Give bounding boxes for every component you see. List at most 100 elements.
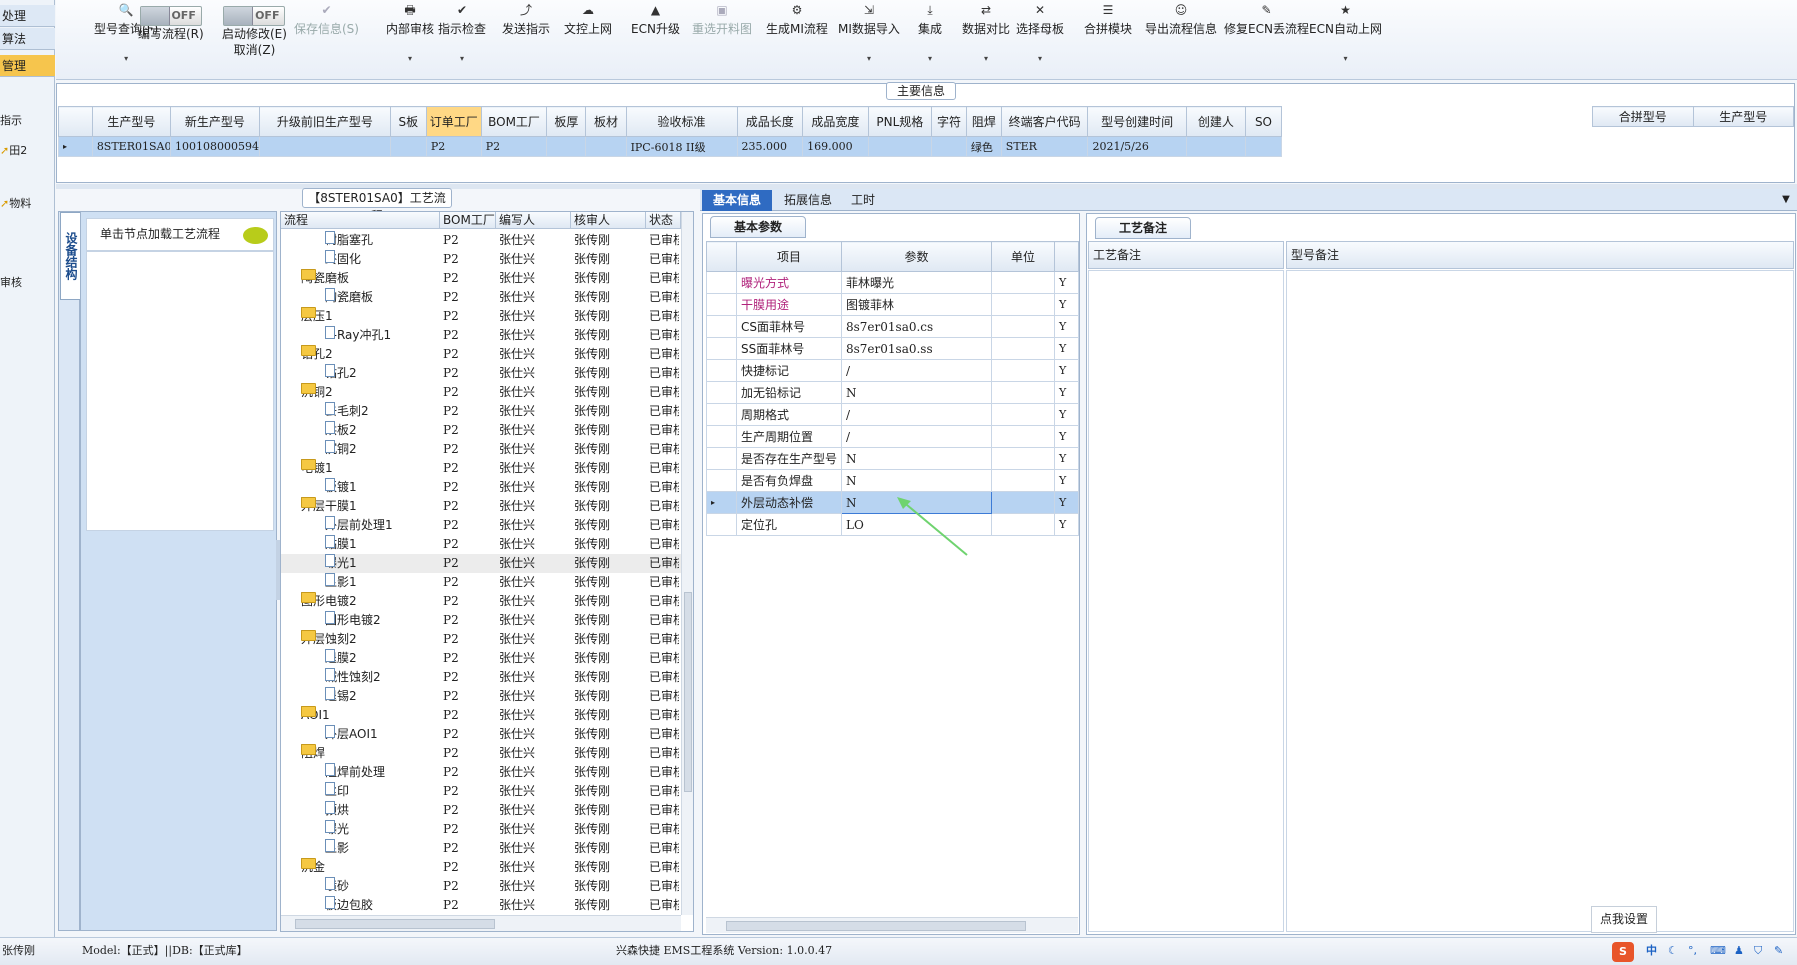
param-unit[interactable] — [991, 293, 1055, 316]
param-unit[interactable] — [991, 447, 1055, 470]
tree-vertical-scrollbar[interactable] — [681, 212, 693, 915]
punct-icon[interactable]: °, — [1688, 938, 1697, 964]
col-3[interactable]: S板 — [389, 106, 427, 137]
list-item[interactable]: 烘板2P2 张仕兴 张传刚 已审核 — [281, 421, 681, 440]
process-remark-field[interactable] — [1088, 270, 1284, 932]
tree-horizontal-scrollbar[interactable] — [281, 915, 681, 931]
col-status[interactable]: 状态 — [646, 212, 681, 229]
col-model-remark[interactable]: 型号备注 — [1286, 241, 1794, 269]
nav-sub-review[interactable]: 审核 — [0, 274, 22, 290]
list-item[interactable]: −沉铜2P2 张仕兴 张传刚 已审核 — [281, 383, 681, 402]
table-row[interactable]: 是否存在生产型号 N Y — [706, 447, 1079, 470]
ime-mode-indicator[interactable]: 中 — [1646, 938, 1657, 964]
list-item[interactable]: 板边包胶P2 张仕兴 张传刚 已审核 — [281, 896, 681, 915]
param-unit[interactable] — [991, 491, 1055, 514]
list-item[interactable]: 板镀1P2 张仕兴 张传刚 已审核 — [281, 478, 681, 497]
dropdown-arrow-icon[interactable]: ▾ — [1016, 53, 1064, 65]
toolbar-btn-2[interactable]: OFF 启动修改(E) 取消(Z) — [222, 0, 287, 58]
param-value[interactable]: 8s7er01sa0.ss — [841, 337, 992, 360]
table-row[interactable]: CS面菲林号 8s7er01sa0.cs Y — [706, 315, 1079, 338]
toolbar-btn-18[interactable]: ★ ECN自动上网 ▾ — [1309, 0, 1382, 65]
nav-sub-material[interactable]: ➚物料 — [0, 195, 31, 211]
dropdown-arrow-icon[interactable]: ▾ — [962, 53, 1010, 65]
toolbar-btn-17[interactable]: ✎ 修复ECN丢流程 — [1224, 0, 1309, 37]
list-item[interactable]: 外层前处理1 P2 张仕兴 张传刚 已审核 — [281, 516, 681, 535]
col-process[interactable]: 流程 — [281, 212, 440, 229]
dropdown-arrow-icon[interactable]: ▾ — [438, 53, 486, 65]
table-row[interactable]: ▸ 外层动态补偿 N Y — [706, 491, 1079, 514]
nav-item-algorithm[interactable]: 算法 — [0, 28, 55, 50]
cell[interactable]: IPC-6018 II级 — [625, 136, 738, 157]
param-value[interactable]: 8s7er01sa0.cs — [841, 315, 992, 338]
col-5[interactable]: BOM工厂 — [480, 106, 548, 137]
col-prod-model[interactable]: 生产型号 — [1692, 106, 1794, 127]
list-item[interactable]: 曝光P2 张仕兴 张传刚 已审核 — [281, 820, 681, 839]
table-row[interactable]: 周期格式 / Y — [706, 403, 1079, 426]
list-item[interactable]: 预烘P2 张仕兴 张传刚 已审核 — [281, 801, 681, 820]
tabs-menu-icon[interactable]: ▼ — [1778, 190, 1794, 211]
toolbar-btn-12[interactable]: ⤓ 集成 ▾ — [918, 0, 942, 65]
list-item[interactable]: 碱性蚀刻2P2 张仕兴 张传刚 已审核 — [281, 668, 681, 687]
col-merge-model[interactable]: 合拼型号 — [1592, 106, 1694, 127]
param-value[interactable]: N — [841, 469, 992, 492]
list-item[interactable]: 退锡2P2 张仕兴 张传刚 已审核 — [281, 687, 681, 706]
param-col-2[interactable]: 单位 — [991, 241, 1055, 272]
table-row[interactable]: 曝光方式 菲林曝光 Y — [706, 271, 1079, 294]
param-unit[interactable] — [991, 337, 1055, 360]
user-icon[interactable]: ♟ — [1734, 938, 1744, 964]
dropdown-arrow-icon[interactable]: ▾ — [386, 53, 434, 65]
list-item[interactable]: 外层AOI1P2 张仕兴 张传刚 已审核 — [281, 725, 681, 744]
list-item[interactable]: X-Ray冲孔1P2 张仕兴 张传刚 已审核 — [281, 326, 681, 345]
tab-work-hours[interactable]: 工时 — [843, 190, 883, 211]
list-item[interactable]: 显影1P2 张仕兴 张传刚 已审核 — [281, 573, 681, 592]
param-col-1[interactable]: 参数 — [841, 241, 992, 272]
cell[interactable] — [931, 136, 967, 157]
dropdown-arrow-icon[interactable]: ▾ — [838, 53, 900, 65]
list-item[interactable]: 去毛刺2P2 张仕兴 张传刚 已审核 — [281, 402, 681, 421]
param-value[interactable]: 图镀菲林 — [841, 293, 992, 316]
cell[interactable]: 10010800059475 — [170, 136, 260, 157]
toolbar-btn-13[interactable]: ⇄ 数据对比 ▾ — [962, 0, 1010, 65]
list-item[interactable]: −层压1P2 张仕兴 张传刚 已审核 — [281, 307, 681, 326]
col-4[interactable]: 订单工厂 — [425, 106, 482, 137]
param-value[interactable]: N — [841, 447, 992, 470]
nav-sub-field2[interactable]: ➚田2 — [0, 142, 27, 158]
cell[interactable]: 2021/5/26 — [1087, 136, 1187, 157]
keyboard-icon[interactable]: ⌨ — [1710, 938, 1726, 964]
param-unit[interactable] — [991, 271, 1055, 294]
dropdown-arrow-icon[interactable]: ▾ — [918, 53, 942, 65]
param-unit[interactable] — [991, 315, 1055, 338]
param-value[interactable]: N — [841, 381, 992, 404]
param-unit[interactable] — [991, 381, 1055, 404]
list-item[interactable]: −外层蚀刻2P2 张仕兴 张传刚 已审核 — [281, 630, 681, 649]
table-row[interactable]: ▸8STER01SA010010800059475 P2P2 IPC-6018 II… — [58, 136, 1283, 157]
cell[interactable] — [867, 136, 933, 157]
col-14[interactable]: 终端客户代码 — [1000, 106, 1089, 137]
settings-button[interactable]: 点我设置 — [1591, 906, 1657, 933]
list-item[interactable]: 沉铜2P2 张仕兴 张传刚 已审核 — [281, 440, 681, 459]
toolbar-btn-3[interactable]: ✔ 保存信息(S) — [294, 0, 359, 37]
sogou-ime-icon[interactable]: S — [1612, 942, 1634, 962]
model-remark-field[interactable] — [1286, 270, 1794, 932]
toolbar-btn-8[interactable]: ▲ ECN升级 — [631, 0, 680, 37]
table-row[interactable]: SS面菲林号 8s7er01sa0.ss Y — [706, 337, 1079, 360]
col-process-remark[interactable]: 工艺备注 — [1088, 241, 1284, 269]
nav-item-process[interactable]: 处理 — [0, 5, 55, 27]
cell[interactable] — [546, 136, 587, 157]
cell[interactable]: 绿色 — [965, 136, 1002, 157]
list-item[interactable]: 阻焊前处理P2 张仕兴 张传刚 已审核 — [281, 763, 681, 782]
dropdown-arrow-icon[interactable]: ▾ — [94, 53, 158, 65]
table-row[interactable]: 是否有负焊盘 N Y — [706, 469, 1079, 492]
col-11[interactable]: PNL规格 — [867, 106, 933, 137]
param-unit[interactable] — [991, 513, 1055, 536]
param-value[interactable]: / — [841, 359, 992, 382]
param-unit[interactable] — [991, 403, 1055, 426]
params-horizontal-scrollbar[interactable] — [706, 917, 1078, 933]
toolbar-btn-6[interactable]: ⤴ 发送指示 — [502, 0, 550, 37]
nav-sub-instruct[interactable]: 指示 — [0, 112, 22, 128]
col-bom-factory[interactable]: BOM工厂 — [440, 212, 496, 229]
wrench-icon[interactable]: ✎ — [1774, 938, 1783, 964]
toolbar-btn-1[interactable]: OFF 编写流程(R) — [138, 0, 204, 42]
list-item[interactable]: 图形电镀2P2 张仕兴 张传刚 已审核 — [281, 611, 681, 630]
list-item[interactable]: −电镀1P2 张仕兴 张传刚 已审核 — [281, 459, 681, 478]
